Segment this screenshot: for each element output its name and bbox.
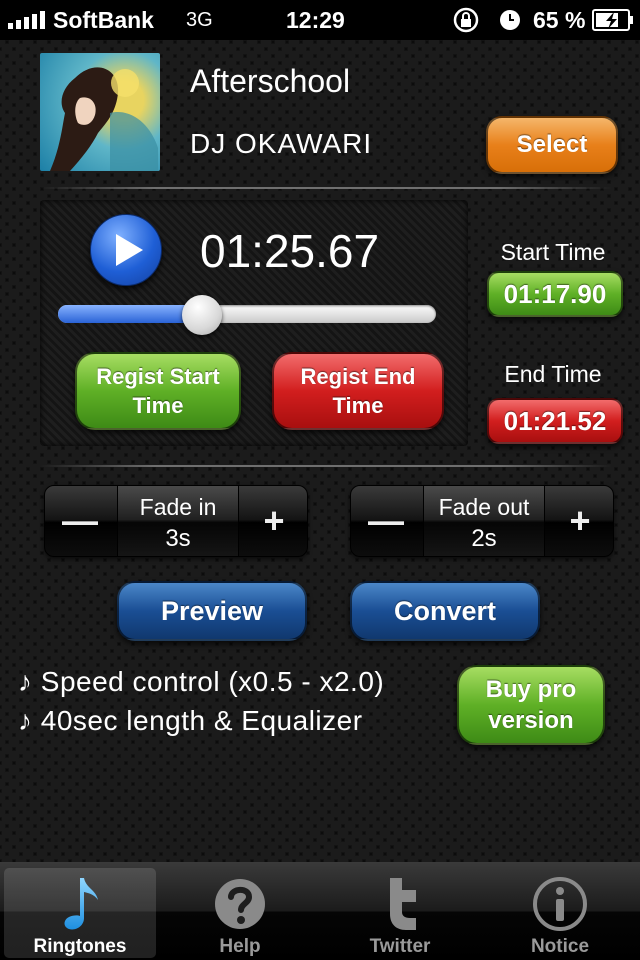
regist-end-time-button[interactable]: Regist End Time [272, 352, 444, 430]
slider-fill [58, 305, 202, 323]
select-button[interactable]: Select [486, 116, 618, 174]
end-time-value[interactable]: 01:21.52 [487, 398, 623, 444]
convert-button[interactable]: Convert [350, 581, 540, 641]
status-bar: SoftBank 3G 12:29 65 % [0, 0, 640, 40]
regist-start-line2: Time [132, 393, 184, 418]
fade-out-control: — Fade out 2s + [350, 485, 614, 557]
tab-notice[interactable]: Notice [484, 868, 636, 958]
tab-bar: Ringtones Help Twitter Notice [0, 862, 640, 960]
tab-label: Twitter [369, 936, 431, 957]
buy-pro-line2: version [488, 707, 574, 734]
play-icon [116, 234, 143, 266]
status-time: 12:29 [286, 7, 345, 33]
divider [40, 187, 612, 189]
regist-start-line1: Regist Start [96, 364, 220, 389]
fade-out-minus-button[interactable]: — [351, 486, 421, 556]
play-button[interactable] [90, 214, 162, 286]
alarm-icon [500, 10, 520, 30]
tab-twitter[interactable]: Twitter [324, 868, 476, 958]
info-icon [533, 877, 587, 931]
album-art [40, 53, 160, 171]
signal-icon [8, 11, 45, 29]
regist-end-line2: Time [332, 393, 384, 418]
tab-ringtones[interactable]: Ringtones [4, 868, 156, 958]
tab-label: Ringtones [33, 936, 127, 957]
fade-in-minus-button[interactable]: — [45, 486, 115, 556]
rotation-lock-icon [453, 7, 479, 33]
fade-out-display: Fade out 2s [423, 486, 545, 556]
fade-out-value: 2s [471, 525, 497, 552]
fade-out-plus-button[interactable]: + [545, 486, 615, 556]
slider-thumb[interactable] [181, 295, 222, 335]
fade-in-value: 3s [165, 525, 191, 552]
buy-pro-line1: Buy pro [485, 676, 577, 703]
start-time-value[interactable]: 01:17.90 [487, 271, 623, 317]
fade-in-display: Fade in 3s [117, 486, 239, 556]
twitter-icon [390, 878, 416, 930]
feature-length-equalizer: ♪ 40sec length & Equalizer [18, 705, 363, 736]
buy-pro-button[interactable]: Buy pro version [457, 665, 605, 745]
current-time: 01:25.67 [200, 225, 380, 277]
fade-in-control: — Fade in 3s + [44, 485, 308, 557]
music-note-icon [64, 878, 98, 930]
position-slider[interactable] [58, 295, 436, 335]
question-icon [215, 879, 265, 929]
tab-label: Notice [530, 936, 590, 957]
start-time-label: Start Time [500, 239, 606, 265]
end-time-label: End Time [504, 361, 602, 387]
tab-label: Help [219, 936, 261, 957]
carrier-name: SoftBank [53, 7, 154, 33]
track-title: Afterschool [190, 63, 351, 99]
battery-percent: 65 % [533, 7, 586, 33]
battery-charging-icon [592, 9, 633, 31]
divider [40, 465, 612, 467]
fade-in-plus-button[interactable]: + [239, 486, 309, 556]
regist-start-time-button[interactable]: Regist Start Time [75, 352, 241, 430]
tab-help[interactable]: Help [164, 868, 316, 958]
fade-out-label: Fade out [438, 494, 530, 520]
fade-in-label: Fade in [139, 494, 217, 520]
regist-end-line1: Regist End [300, 364, 416, 389]
network-type: 3G [186, 9, 213, 31]
preview-button[interactable]: Preview [117, 581, 307, 641]
feature-speed-control: ♪ Speed control (x0.5 - x2.0) [18, 666, 385, 697]
track-artist: DJ OKAWARI [190, 128, 373, 159]
